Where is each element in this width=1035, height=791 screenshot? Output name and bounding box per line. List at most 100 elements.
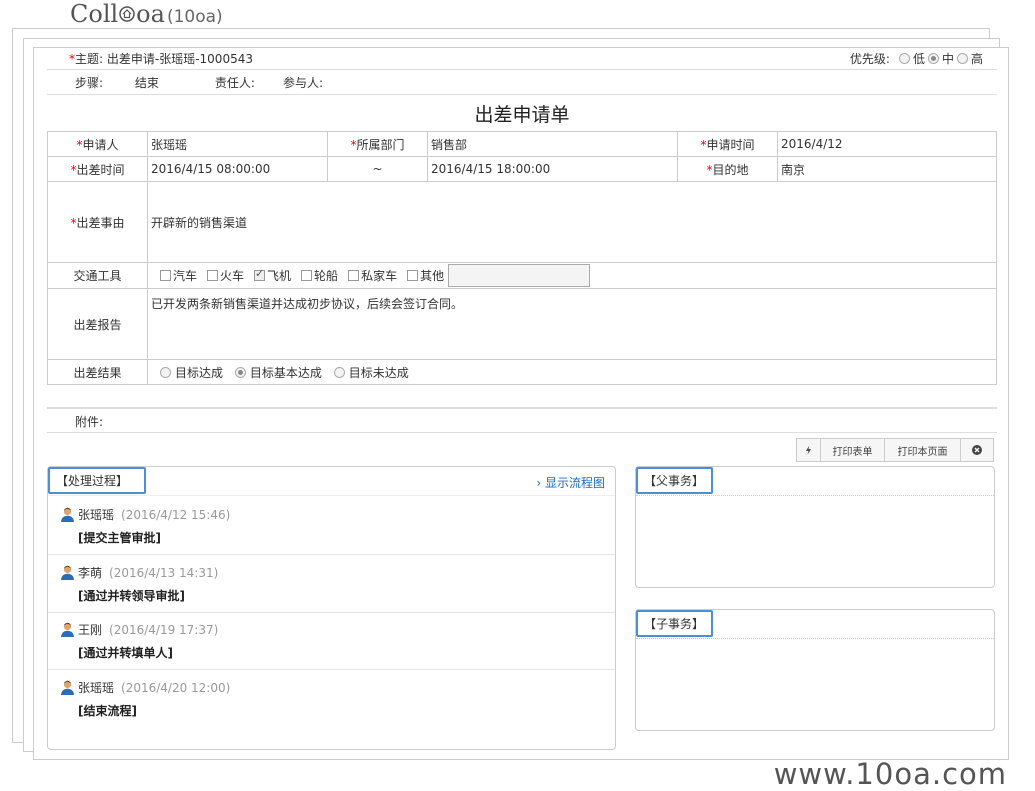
step-label: 步骤: [75, 76, 104, 90]
report-value[interactable]: 已开发两条新销售渠道并达成初步协议，后续会签订合同。 [147, 288, 997, 360]
result-label: 出差结果 [47, 359, 148, 385]
priority-group: 优先级: 低 中 高 [850, 50, 983, 67]
result-options: 目标达成 目标基本达成 目标未达成 [147, 359, 997, 385]
subject-row: *主题: 出差申请-张瑶瑶-1000543 优先级: 低 中 高 [47, 48, 997, 70]
tab-child-task[interactable]: 【子事务】 [636, 610, 713, 637]
ship-checkbox[interactable] [301, 270, 313, 281]
close-icon [972, 445, 982, 455]
user-avatar-icon [60, 507, 75, 522]
entry-header: 王刚 (2016/4/19 17:37) [60, 621, 218, 638]
print-page-button[interactable]: 打印本页面 [885, 439, 961, 461]
entry-header: 张瑶瑶 (2016/4/12 15:46) [60, 506, 230, 523]
private-car-checkbox[interactable] [348, 270, 360, 281]
transport-car[interactable]: 汽车 [160, 267, 197, 284]
process-entry: 王刚 (2016/4/19 17:37) [通过并转填单人] [48, 612, 615, 670]
parent-task-panel: 【父事务】 [635, 466, 995, 588]
other-transport-input[interactable] [448, 264, 591, 287]
priority-low-radio[interactable] [898, 53, 910, 64]
applicant-label: *申请人 [47, 131, 148, 157]
brand-sub: (10oa) [166, 7, 223, 27]
report-label: 出差报告 [47, 288, 148, 360]
other-checkbox[interactable] [407, 270, 419, 281]
entry-time: (2016/4/13 14:31) [109, 565, 219, 580]
transport-ship[interactable]: 轮船 [301, 267, 338, 284]
entry-header: 李萌 (2016/4/13 14:31) [60, 564, 218, 581]
result-mostly-achieved[interactable]: 目标基本达成 [234, 364, 322, 381]
subject: *主题: 出差申请-张瑶瑶-1000543 [69, 52, 253, 66]
entry-time: (2016/4/12 15:46) [121, 507, 231, 522]
reason-value[interactable]: 开辟新的销售渠道 [147, 181, 997, 263]
show-flowchart-link[interactable]: › 显示流程图 [536, 474, 605, 491]
tab-process[interactable]: 【处理过程】 [48, 467, 146, 494]
destination-value[interactable]: 南京 [777, 156, 997, 182]
destination-label: *目的地 [677, 156, 778, 182]
user-avatar-icon [60, 680, 75, 695]
entry-action: [通过并转填单人] [78, 646, 173, 660]
priority-mid-label: 中 [941, 52, 954, 66]
result-not-achieved[interactable]: 目标未达成 [333, 364, 409, 381]
step-value: 结束 [134, 76, 159, 90]
dept-label: *所属部门 [327, 131, 428, 157]
close-button[interactable] [961, 439, 993, 461]
print-form-button[interactable]: 打印表单 [821, 439, 885, 461]
priority-low-label: 低 [912, 52, 925, 66]
train-checkbox[interactable] [207, 270, 219, 281]
subject-value: 出差申请-张瑶瑶-1000543 [106, 52, 253, 66]
car-checkbox[interactable] [160, 270, 171, 281]
travel-form-table: *申请人 张瑶瑶 *所属部门 销售部 *申请时间 2016/4/12 *出差时间… [47, 131, 997, 385]
form-title: 出差申请单 [474, 104, 570, 126]
transport-other[interactable]: 其他 [407, 267, 444, 284]
result-achieved-radio[interactable] [160, 366, 171, 378]
transport-plane[interactable]: 飞机 [254, 267, 291, 284]
dept-value[interactable]: 销售部 [427, 131, 678, 157]
trip-time-label: *出差时间 [47, 156, 148, 182]
transport-train[interactable]: 火车 [207, 267, 244, 284]
entry-user: 张瑶瑶 [78, 681, 115, 695]
priority-high-label: 高 [970, 52, 983, 66]
brand-logo: Coll oa (10oa) [70, 0, 223, 28]
trip-end-value[interactable]: 2016/4/15 18:00:00 [427, 156, 678, 182]
apply-time-label: *申请时间 [677, 131, 778, 157]
panel-header-line [636, 495, 994, 496]
lightning-icon [805, 445, 812, 455]
step-row: 步骤: 结束 责任人: 参与人: [47, 71, 997, 95]
process-panel: 【处理过程】 › 显示流程图 张瑶瑶 (2016/4/12 15:46) [提交… [47, 466, 616, 750]
result-mostly-achieved-radio[interactable] [234, 366, 246, 378]
brand-name-suffix: oa [136, 0, 165, 28]
priority-mid-radio[interactable] [927, 53, 939, 64]
plane-checkbox[interactable] [254, 267, 266, 281]
user-avatar-icon [60, 565, 75, 580]
process-entry: 张瑶瑶 (2016/4/12 15:46) [提交主管审批] [48, 497, 615, 555]
priority-label: 优先级: [849, 52, 890, 66]
flash-button[interactable] [797, 439, 821, 461]
user-avatar-icon [60, 622, 75, 637]
entry-user: 李萌 [78, 566, 103, 580]
entry-action: [通过并转领导审批] [78, 589, 185, 603]
entry-user: 王刚 [78, 623, 103, 637]
transport-options: 汽车 火车 飞机 轮船 私家车 其他 [147, 262, 997, 289]
entry-header: 张瑶瑶 (2016/4/20 12:00) [60, 679, 230, 696]
result-not-achieved-radio[interactable] [333, 366, 345, 378]
entry-action: [提交主管审批] [78, 531, 161, 545]
step: 步骤: 结束 [75, 74, 187, 91]
priority-high-radio[interactable] [956, 53, 968, 64]
print-toolbar: 打印表单 打印本页面 [796, 438, 994, 462]
attachment-label: 附件: [47, 410, 997, 433]
owner-label: 责任人: [214, 76, 255, 90]
trip-start-value[interactable]: 2016/4/15 08:00:00 [147, 156, 328, 182]
entry-user: 张瑶瑶 [78, 508, 115, 522]
section-divider [47, 407, 997, 409]
transport-label: 交通工具 [47, 262, 148, 289]
result-achieved[interactable]: 目标达成 [160, 364, 223, 381]
process-entry: 李萌 (2016/4/13 14:31) [通过并转领导审批] [48, 555, 615, 613]
participant-label: 参与人: [282, 76, 323, 90]
site-watermark: www.10oa.com [773, 757, 1007, 791]
entry-time: (2016/4/20 12:00) [121, 680, 231, 695]
panel-header-line [636, 638, 994, 639]
brand-name: Coll [70, 0, 119, 28]
subject-label: 主题: [75, 52, 104, 66]
applicant-value[interactable]: 张瑶瑶 [147, 131, 328, 157]
transport-private-car[interactable]: 私家车 [348, 267, 397, 284]
tab-parent-task[interactable]: 【父事务】 [636, 467, 713, 494]
apply-time-value[interactable]: 2016/4/12 [777, 131, 997, 157]
